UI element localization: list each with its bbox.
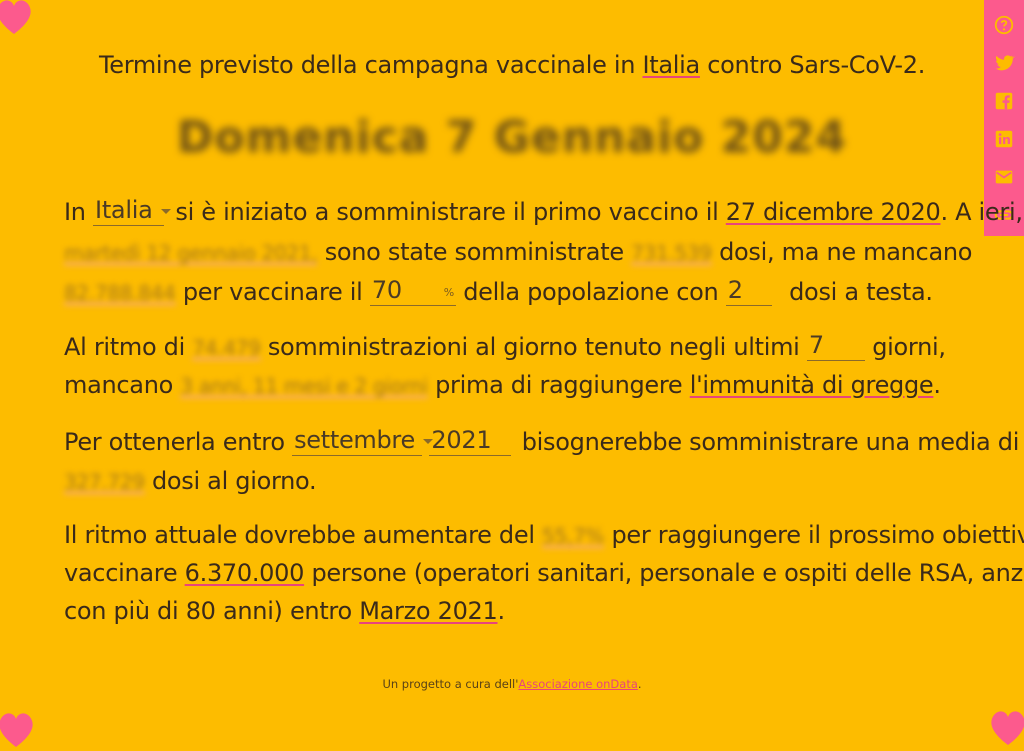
text: con più di 80 anni) entro	[64, 597, 352, 625]
text: si è iniziato a somministrare il primo v…	[175, 197, 719, 226]
text: della popolazione con	[463, 277, 719, 306]
heart-decoration-bottom-right-icon	[986, 705, 1024, 749]
text: giorni,	[872, 332, 946, 361]
text: Per ottenerla entro	[64, 427, 285, 456]
text: somministrazioni al giorno tenuto negli …	[267, 332, 800, 361]
text: .	[933, 371, 941, 399]
text: persone (operatori sanitari, personale e…	[311, 559, 1024, 587]
subtitle-suffix: contro Sars-CoV-2.	[707, 51, 926, 79]
footer-prefix: Un progetto a cura dell'	[382, 677, 519, 691]
para2-line2: mancano 3 anni, 11 mesi e 2 giorni prima…	[64, 371, 941, 399]
subtitle-prefix: Termine previsto della campagna vaccinal…	[98, 51, 636, 79]
month-select-value: settembre	[294, 426, 415, 454]
country-select[interactable]: Italia	[93, 196, 171, 226]
doses-given-value: 731.539	[631, 241, 712, 265]
increase-value: 55,7%	[542, 524, 605, 548]
email-icon	[995, 170, 1013, 184]
text: sono state somministrate	[324, 238, 624, 266]
para4-line3: con più di 80 anni) entro Marzo 2021.	[64, 597, 505, 625]
country-select-value: Italia	[95, 196, 153, 224]
yesterday-date: martedì 12 gennaio 2021,	[64, 241, 318, 265]
para3-line1: Per ottenerla entro settembre 2021 bisog…	[64, 426, 1019, 456]
text: per vaccinare il	[182, 277, 363, 306]
para1-line3: 82.788.844 per vaccinare il 70% della po…	[64, 276, 933, 306]
text: dosi a testa.	[789, 277, 933, 306]
facebook-share-button[interactable]	[990, 87, 1018, 115]
footer-suffix: .	[637, 677, 642, 691]
text: dosi al giorno.	[151, 467, 317, 495]
footer: Un progetto a cura dell'Associazione onD…	[0, 677, 1024, 691]
para1-line1: In Italia si è iniziato a somministrare …	[64, 196, 1023, 226]
help-icon	[994, 15, 1014, 35]
chevron-down-icon	[160, 208, 171, 214]
herd-immunity-link[interactable]: l'immunità di gregge	[690, 371, 934, 399]
doses-missing-value: 82.788.844	[64, 280, 176, 305]
target-people-link[interactable]: 6.370.000	[185, 559, 305, 587]
heart-decoration-top-left-icon	[0, 0, 36, 38]
year-value: 2021	[431, 426, 492, 454]
country-link[interactable]: Italia	[642, 51, 700, 79]
text: mancano	[64, 371, 173, 399]
daily-rate-value: 74.479	[192, 335, 261, 360]
days-value: 7	[808, 331, 824, 359]
month-select[interactable]: settembre	[292, 426, 433, 456]
text: Il ritmo attuale dovrebbe aumentare del	[64, 521, 535, 549]
start-date-link[interactable]: 27 dicembre 2020	[726, 198, 941, 226]
remaining-time-value: 3 anni, 11 mesi e 2 giorni	[180, 374, 428, 398]
population-percent-input[interactable]: 70%	[369, 276, 456, 306]
population-percent-value: 70	[371, 276, 402, 304]
heart-decoration-bottom-left-icon	[0, 707, 38, 751]
percent-sign: %	[443, 286, 454, 299]
para4-line2: vaccinare 6.370.000 persone (operatori s…	[64, 559, 1024, 587]
email-share-button[interactable]	[990, 163, 1018, 191]
text: In	[64, 197, 86, 226]
para4-line1: Il ritmo attuale dovrebbe aumentare del …	[64, 521, 1024, 549]
text: bisognerebbe somministrare una media di	[521, 427, 1020, 456]
facebook-icon	[995, 92, 1013, 110]
text: .	[497, 597, 506, 625]
days-input[interactable]: 7	[806, 331, 865, 361]
text: Al ritmo di	[64, 332, 185, 361]
text: dosi, ma ne mancano	[719, 238, 973, 266]
para2-line1: Al ritmo di 74.479 somministrazioni al g…	[64, 331, 946, 361]
estimated-end-date: Domenica 7 Gennaio 2024	[176, 112, 848, 163]
doses-per-person-input[interactable]: 2	[725, 276, 772, 306]
daily-needed-value: 327.729	[64, 470, 145, 494]
year-input[interactable]: 2021	[429, 426, 512, 456]
text: vaccinare	[64, 559, 178, 587]
help-button[interactable]	[990, 11, 1018, 39]
para1-line2: martedì 12 gennaio 2021, sono state somm…	[64, 238, 972, 266]
page-subtitle: Termine previsto della campagna vaccinal…	[0, 51, 1024, 79]
para3-line2: 327.729 dosi al giorno.	[64, 467, 317, 495]
doses-per-person-value: 2	[727, 276, 743, 304]
target-date-link[interactable]: Marzo 2021	[359, 597, 498, 625]
text: per raggiungere il prossimo obiettivo di	[611, 521, 1024, 549]
text: prima di raggiungere	[435, 371, 683, 399]
ondata-link[interactable]: Associazione onData	[518, 677, 638, 691]
text: . A ieri,	[940, 197, 1023, 226]
